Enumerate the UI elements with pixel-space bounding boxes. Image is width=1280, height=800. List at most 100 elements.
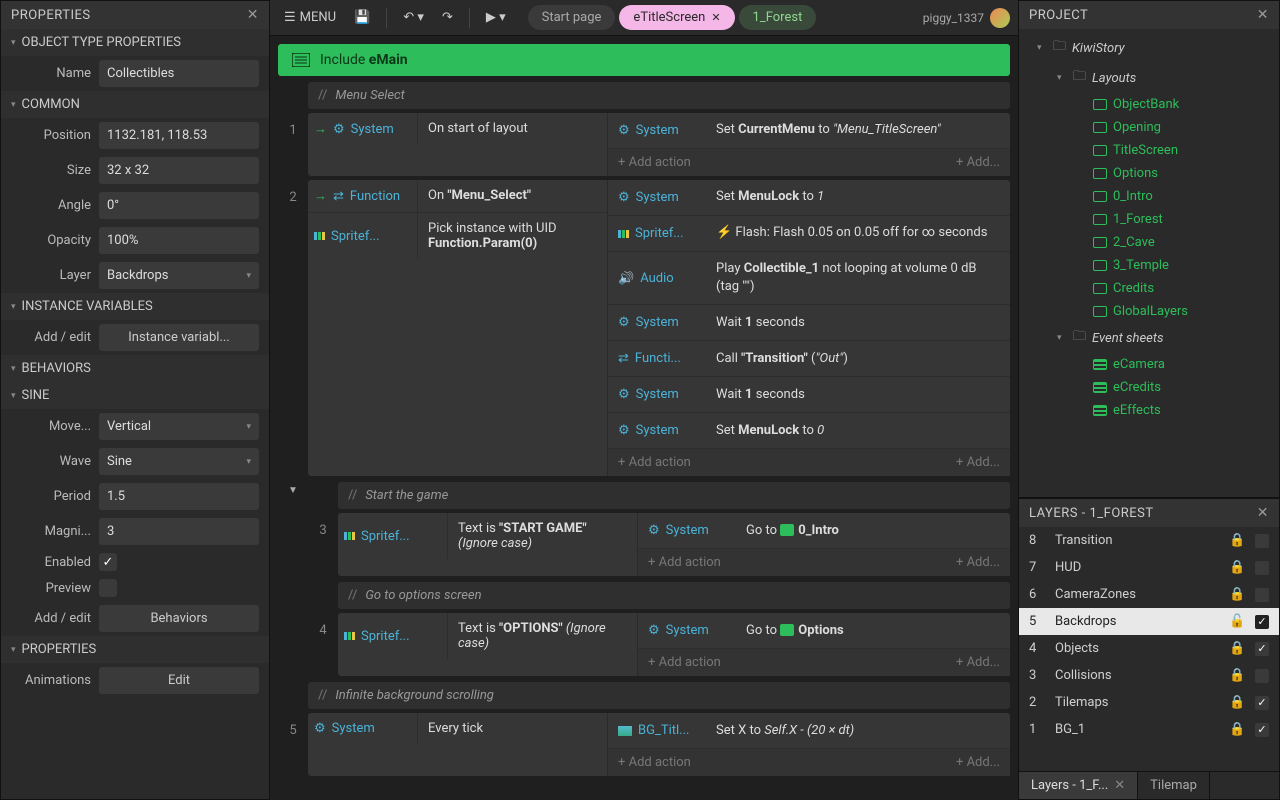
condition-text[interactable]: On start of layout xyxy=(418,113,607,145)
action-object[interactable]: System xyxy=(666,623,709,638)
layer-row[interactable]: 3 Collisions 🔒 xyxy=(1019,662,1279,689)
action-text[interactable]: Set MenuLock to 1 xyxy=(716,188,1000,206)
condition-object[interactable]: System xyxy=(351,122,394,137)
tree-item[interactable]: ▾🗀Event sheets xyxy=(1019,323,1279,353)
position-input[interactable]: 1132.181, 118.53 xyxy=(99,122,259,149)
layer-row[interactable]: 8 Transition 🔒 xyxy=(1019,527,1279,554)
tree-item[interactable]: Opening xyxy=(1019,116,1279,139)
action-text[interactable]: Set X to Self.X - (20 × dt) xyxy=(716,722,1000,740)
lock-icon[interactable]: 🔒 xyxy=(1229,587,1245,602)
tree-item[interactable]: ▾🗀Layouts xyxy=(1019,63,1279,93)
action-object[interactable]: System xyxy=(636,423,679,438)
visibility-checkbox[interactable] xyxy=(1255,723,1269,737)
condition-text[interactable]: Every tick xyxy=(418,713,607,744)
condition-text[interactable]: Text is "START GAME" (Ignore case) xyxy=(448,513,637,559)
name-input[interactable]: Collectibles xyxy=(99,60,259,87)
condition-object[interactable]: System xyxy=(332,721,375,736)
close-icon[interactable]: ✕ xyxy=(247,7,259,23)
user-area[interactable]: piggy_1337 xyxy=(923,8,1010,28)
action-object[interactable]: System xyxy=(636,387,679,402)
condition-object[interactable]: Function xyxy=(350,189,400,204)
tree-item[interactable]: Options xyxy=(1019,162,1279,185)
tree-item[interactable]: 1_Forest xyxy=(1019,208,1279,231)
condition-text[interactable]: On "Menu_Select" xyxy=(418,180,607,212)
project-tree[interactable]: ▾🗀KiwiStory▾🗀LayoutsObjectBankOpeningTit… xyxy=(1019,29,1279,497)
add-action-button[interactable]: + Add action xyxy=(648,655,721,670)
tree-item[interactable]: 0_Intro xyxy=(1019,185,1279,208)
wave-select[interactable]: Sine xyxy=(99,448,259,475)
add-action-button[interactable]: + Add action xyxy=(618,455,691,470)
tree-item[interactable]: 3_Temple xyxy=(1019,254,1279,277)
condition-object[interactable]: Spritef... xyxy=(361,529,410,544)
menu-button[interactable]: ☰ MENU xyxy=(278,6,342,29)
action-text[interactable]: Go to 0_Intro xyxy=(746,522,1000,540)
section-common[interactable]: COMMON xyxy=(1,91,269,118)
action-text[interactable]: Set MenuLock to 0 xyxy=(716,422,1000,440)
action-text[interactable]: Set CurrentMenu to "Menu_TitleScreen" xyxy=(716,121,1000,139)
preview-checkbox[interactable] xyxy=(99,579,117,597)
section-object-type[interactable]: OBJECT TYPE PROPERTIES xyxy=(1,29,269,56)
add-action-button[interactable]: + Add action xyxy=(618,755,691,770)
condition-text[interactable]: Pick instance with UID Function.Param(0) xyxy=(418,213,607,259)
close-icon[interactable]: ✕ xyxy=(711,11,720,24)
tree-item[interactable]: ▾🗀KiwiStory xyxy=(1019,33,1279,63)
tree-item[interactable]: Credits xyxy=(1019,277,1279,300)
enabled-checkbox[interactable] xyxy=(99,553,117,571)
add-button[interactable]: + Add... xyxy=(956,555,1000,570)
add-button[interactable]: + Add... xyxy=(956,455,1000,470)
lock-icon[interactable]: 🔒 xyxy=(1229,533,1245,548)
action-text[interactable]: Call "Transition" ("Out") xyxy=(716,350,1000,368)
layers-tab[interactable]: Layers - 1_F...✕ xyxy=(1019,772,1138,799)
expand-toggle-icon[interactable]: ▼ xyxy=(288,485,298,496)
tilemap-tab[interactable]: Tilemap xyxy=(1138,772,1210,799)
visibility-checkbox[interactable] xyxy=(1255,696,1269,710)
movement-select[interactable]: Vertical xyxy=(99,413,259,440)
condition-text[interactable]: Text is "OPTIONS" (Ignore case) xyxy=(448,613,637,659)
magnitude-input[interactable]: 3 xyxy=(99,518,259,545)
tree-item[interactable]: eCredits xyxy=(1019,376,1279,399)
section-sine[interactable]: SINE xyxy=(1,382,269,409)
action-object[interactable]: Spritef... xyxy=(635,226,684,241)
comment-start-game[interactable]: Start the game xyxy=(338,482,1010,509)
action-object[interactable]: Audio xyxy=(640,271,673,286)
add-button[interactable]: + Add... xyxy=(956,755,1000,770)
visibility-checkbox[interactable] xyxy=(1255,642,1269,656)
tab-etitlescreen[interactable]: eTitleScreen✕ xyxy=(619,5,734,30)
tree-item[interactable]: TitleScreen xyxy=(1019,139,1279,162)
tree-item[interactable]: ObjectBank xyxy=(1019,93,1279,116)
save-icon[interactable]: 💾 xyxy=(348,6,376,29)
instvar-button[interactable]: Instance variabl... xyxy=(99,324,259,351)
tree-item[interactable]: 2_Cave xyxy=(1019,231,1279,254)
tree-item[interactable]: eCamera xyxy=(1019,353,1279,376)
add-button[interactable]: + Add... xyxy=(956,155,1000,170)
condition-object[interactable]: Spritef... xyxy=(331,229,380,244)
lock-icon[interactable]: 🔒 xyxy=(1229,641,1245,656)
close-icon[interactable]: ✕ xyxy=(1257,505,1269,521)
comment-infinite-scroll[interactable]: Infinite background scrolling xyxy=(308,682,1010,709)
layer-row[interactable]: 2 Tilemaps 🔒 xyxy=(1019,689,1279,716)
layer-select[interactable]: Backdrops xyxy=(99,262,259,289)
lock-icon[interactable]: 🔒 xyxy=(1229,695,1245,710)
section-behaviors[interactable]: BEHAVIORS xyxy=(1,355,269,382)
layer-row[interactable]: 6 CameraZones 🔒 xyxy=(1019,581,1279,608)
section-instance-vars[interactable]: INSTANCE VARIABLES xyxy=(1,293,269,320)
opacity-input[interactable]: 100% xyxy=(99,227,259,254)
action-object[interactable]: System xyxy=(636,123,679,138)
action-text[interactable]: Go to Options xyxy=(746,622,1000,640)
close-icon[interactable]: ✕ xyxy=(1114,778,1125,793)
visibility-checkbox[interactable] xyxy=(1255,615,1269,629)
comment-options[interactable]: Go to options screen xyxy=(338,582,1010,609)
action-object[interactable]: System xyxy=(636,190,679,205)
angle-input[interactable]: 0° xyxy=(99,192,259,219)
tree-item[interactable]: GlobalLayers xyxy=(1019,300,1279,323)
layer-row[interactable]: 4 Objects 🔒 xyxy=(1019,635,1279,662)
action-text[interactable]: Play Collectible_1 not looping at volume… xyxy=(716,260,1000,296)
add-button[interactable]: + Add... xyxy=(956,655,1000,670)
add-action-button[interactable]: + Add action xyxy=(618,155,691,170)
action-text[interactable]: Wait 1 seconds xyxy=(716,314,1000,332)
behaviors-button[interactable]: Behaviors xyxy=(99,605,259,632)
layer-row[interactable]: 5 Backdrops 🔓 xyxy=(1019,608,1279,635)
lock-icon[interactable]: 🔒 xyxy=(1229,560,1245,575)
avatar-icon[interactable] xyxy=(990,8,1010,28)
visibility-checkbox[interactable] xyxy=(1255,534,1269,548)
